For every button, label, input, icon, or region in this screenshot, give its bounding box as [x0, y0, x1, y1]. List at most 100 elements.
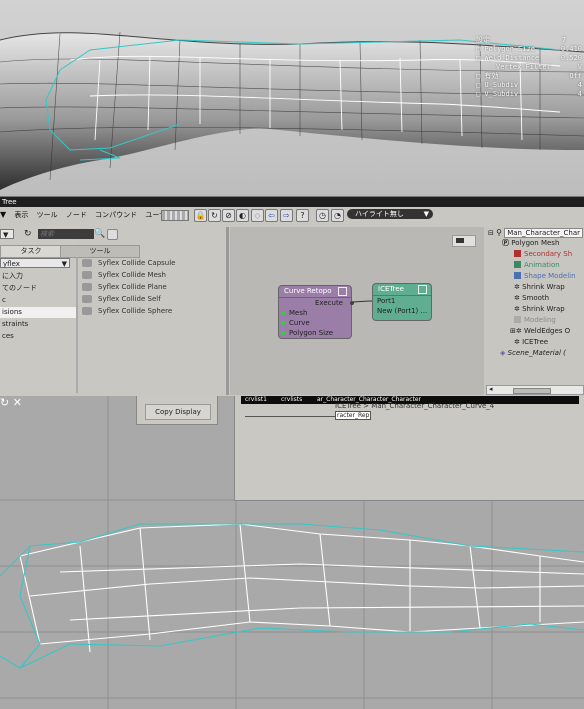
panel-divider[interactable]: [226, 227, 229, 395]
view-dropdown[interactable]: ▼: [0, 229, 14, 239]
stats-value: 4: [577, 90, 582, 98]
bookmark-icon[interactable]: ◇: [251, 209, 264, 222]
copy-display-button[interactable]: Copy Display: [145, 404, 211, 420]
port1[interactable]: Port1: [373, 296, 431, 306]
tree-item[interactable]: Ⓟ Polygon Mesh: [502, 238, 559, 249]
dropdown-arrow-icon[interactable]: ▼: [0, 210, 6, 219]
category-item[interactable]: straints: [0, 319, 76, 330]
list-item[interactable]: Syflex Collide Mesh: [78, 269, 226, 281]
expand-icon[interactable]: [338, 287, 347, 296]
scroll-left-icon[interactable]: ◂: [489, 385, 493, 393]
back-arrow-icon[interactable]: ⇦: [265, 209, 278, 222]
port-label: New (Port1) ...: [377, 307, 428, 315]
menu-compound[interactable]: コンパウンド: [95, 211, 137, 219]
help-icon[interactable]: ?: [296, 209, 309, 222]
close-icon[interactable]: ↻ ✕: [0, 396, 22, 409]
node-label: Syflex Collide Capsule: [98, 259, 176, 267]
tree-item[interactable]: Animation: [514, 260, 560, 271]
highlight-dropdown-label: ハイライト無し: [355, 210, 404, 218]
node-label: Syflex Collide Self: [98, 295, 161, 303]
node-title-text: ICETree: [378, 285, 404, 293]
category-item[interactable]: てのノード: [0, 283, 76, 294]
port-label: Port1: [377, 297, 396, 305]
port-dot-icon: [281, 311, 285, 315]
tree-item-label: ICETree: [522, 338, 549, 346]
tree-item-label: Shrink Wrap: [522, 283, 565, 291]
stats-label: Vertex Filter: [496, 63, 551, 71]
list-item[interactable]: Syflex Collide Self: [78, 293, 226, 305]
tree-item-label: Secondary Sh: [524, 250, 573, 258]
execute-port[interactable]: Execute: [279, 298, 354, 308]
category-item-selected[interactable]: isions: [0, 307, 76, 318]
clear-icon[interactable]: ⊘: [222, 209, 235, 222]
tree-item[interactable]: Shape Modelin: [514, 271, 576, 282]
port-dot-icon: [281, 331, 285, 335]
tree-item[interactable]: Secondary Sh: [514, 249, 572, 260]
menu-view[interactable]: 表示: [14, 211, 28, 219]
refresh-icon[interactable]: ↻: [24, 229, 34, 239]
operator-gear-icon: ✲: [514, 305, 520, 313]
performance-icon[interactable]: ◔: [331, 209, 344, 222]
port-dot-icon: [350, 301, 354, 305]
ice-graph-canvas[interactable]: Curve Retopo Execute Mesh Curve Polygon …: [230, 227, 484, 395]
menu-tool[interactable]: ツール: [37, 211, 58, 219]
operator-gear-icon: ✲: [514, 283, 520, 291]
timer-icon[interactable]: ◷: [316, 209, 329, 222]
display-icon[interactable]: ◐: [236, 209, 249, 222]
list-item[interactable]: Syflex Collide Capsule: [78, 257, 226, 269]
tree-root-label: Man_Character_Char: [504, 228, 584, 238]
chevron-down-icon: ▼: [423, 210, 429, 218]
polygon-size-port[interactable]: Polygon Size: [279, 328, 351, 338]
tree-item[interactable]: Modeling: [514, 315, 556, 326]
stats-label: □ V_Subdiv: [476, 90, 519, 98]
mesh-port[interactable]: Mesh: [279, 308, 351, 318]
ice-tree-window: Tree ▼ 表示 ツール ノード コンパウンド ユーザツール 🔒 ↻ ⊘ ◐ …: [0, 196, 584, 397]
list-item[interactable]: Syflex Collide Sphere: [78, 305, 226, 317]
character-rep-label[interactable]: racter_Rep: [335, 411, 372, 420]
search-input[interactable]: [38, 229, 94, 239]
stats-value: V: [577, 63, 582, 71]
expand-icon[interactable]: [418, 285, 427, 294]
copy-panel: Copy Display: [136, 396, 218, 425]
tree-item[interactable]: ✲ ICETree: [514, 337, 548, 348]
top-3d-viewport[interactable]: 設定 7 □ Polygon_Size 0.410 □ Weld_Distance 0…: [0, 0, 584, 196]
tree-item[interactable]: ◈ Scene_Material (: [500, 348, 566, 359]
refresh-icon[interactable]: ↻: [208, 209, 221, 222]
stats-label: 設定: [476, 36, 490, 44]
layout-bar-icon[interactable]: [161, 210, 189, 221]
category-dropdown[interactable]: yflex ▼: [0, 258, 70, 268]
tree-item[interactable]: ✲ Shrink Wrap: [514, 282, 565, 293]
tree-root[interactable]: ⊟ ⚲ Man_Character_Char: [488, 227, 584, 238]
category-item[interactable]: ces: [0, 331, 76, 342]
mesh-icon: Ⓟ: [502, 239, 509, 247]
category-item[interactable]: c: [0, 295, 76, 306]
tab-task[interactable]: タスク: [0, 245, 62, 258]
bottom-3d-viewport[interactable]: ↻ ✕ Copy Display crvlist1 crvlists ar_Ch…: [0, 396, 584, 709]
category-item[interactable]: に入力: [0, 271, 76, 282]
tree-item[interactable]: ⊞✲ WeldEdges O: [510, 326, 570, 337]
menu-node[interactable]: ノード: [66, 211, 87, 219]
tree-item[interactable]: ✲ Smooth: [514, 293, 549, 304]
expand-icon[interactable]: ⊟: [488, 229, 494, 237]
stats-label: □ 有効: [476, 72, 499, 80]
stats-label: □ Polygon_Size: [476, 45, 536, 53]
icetree-node[interactable]: ICETree Port1 New (Port1) ...: [372, 283, 432, 321]
scrollbar-thumb[interactable]: [513, 388, 551, 394]
curve-port[interactable]: Curve: [279, 318, 351, 328]
compound-node-icon: [82, 283, 92, 291]
clear-search-icon[interactable]: [107, 229, 118, 240]
forward-arrow-icon[interactable]: ⇨: [280, 209, 293, 222]
tree-item[interactable]: ✲ Shrink Wrap: [514, 304, 565, 315]
highlight-dropdown[interactable]: ハイライト無し ▼: [347, 209, 433, 219]
list-item[interactable]: Syflex Collide Plane: [78, 281, 226, 293]
lock-icon[interactable]: 🔒: [194, 209, 207, 222]
window-title: Tree: [0, 197, 584, 207]
horizontal-scrollbar[interactable]: ◂: [486, 385, 584, 395]
stats-value: 0.410: [560, 45, 582, 53]
curve-retopo-node[interactable]: Curve Retopo Execute Mesh Curve Polygon …: [278, 285, 354, 339]
new-port[interactable]: New (Port1) ...: [373, 306, 431, 316]
tree-item-label: Shrink Wrap: [522, 305, 565, 313]
compound-node-icon: [82, 307, 92, 315]
search-icon[interactable]: 🔍: [94, 229, 105, 239]
port-label: Mesh: [289, 309, 308, 317]
